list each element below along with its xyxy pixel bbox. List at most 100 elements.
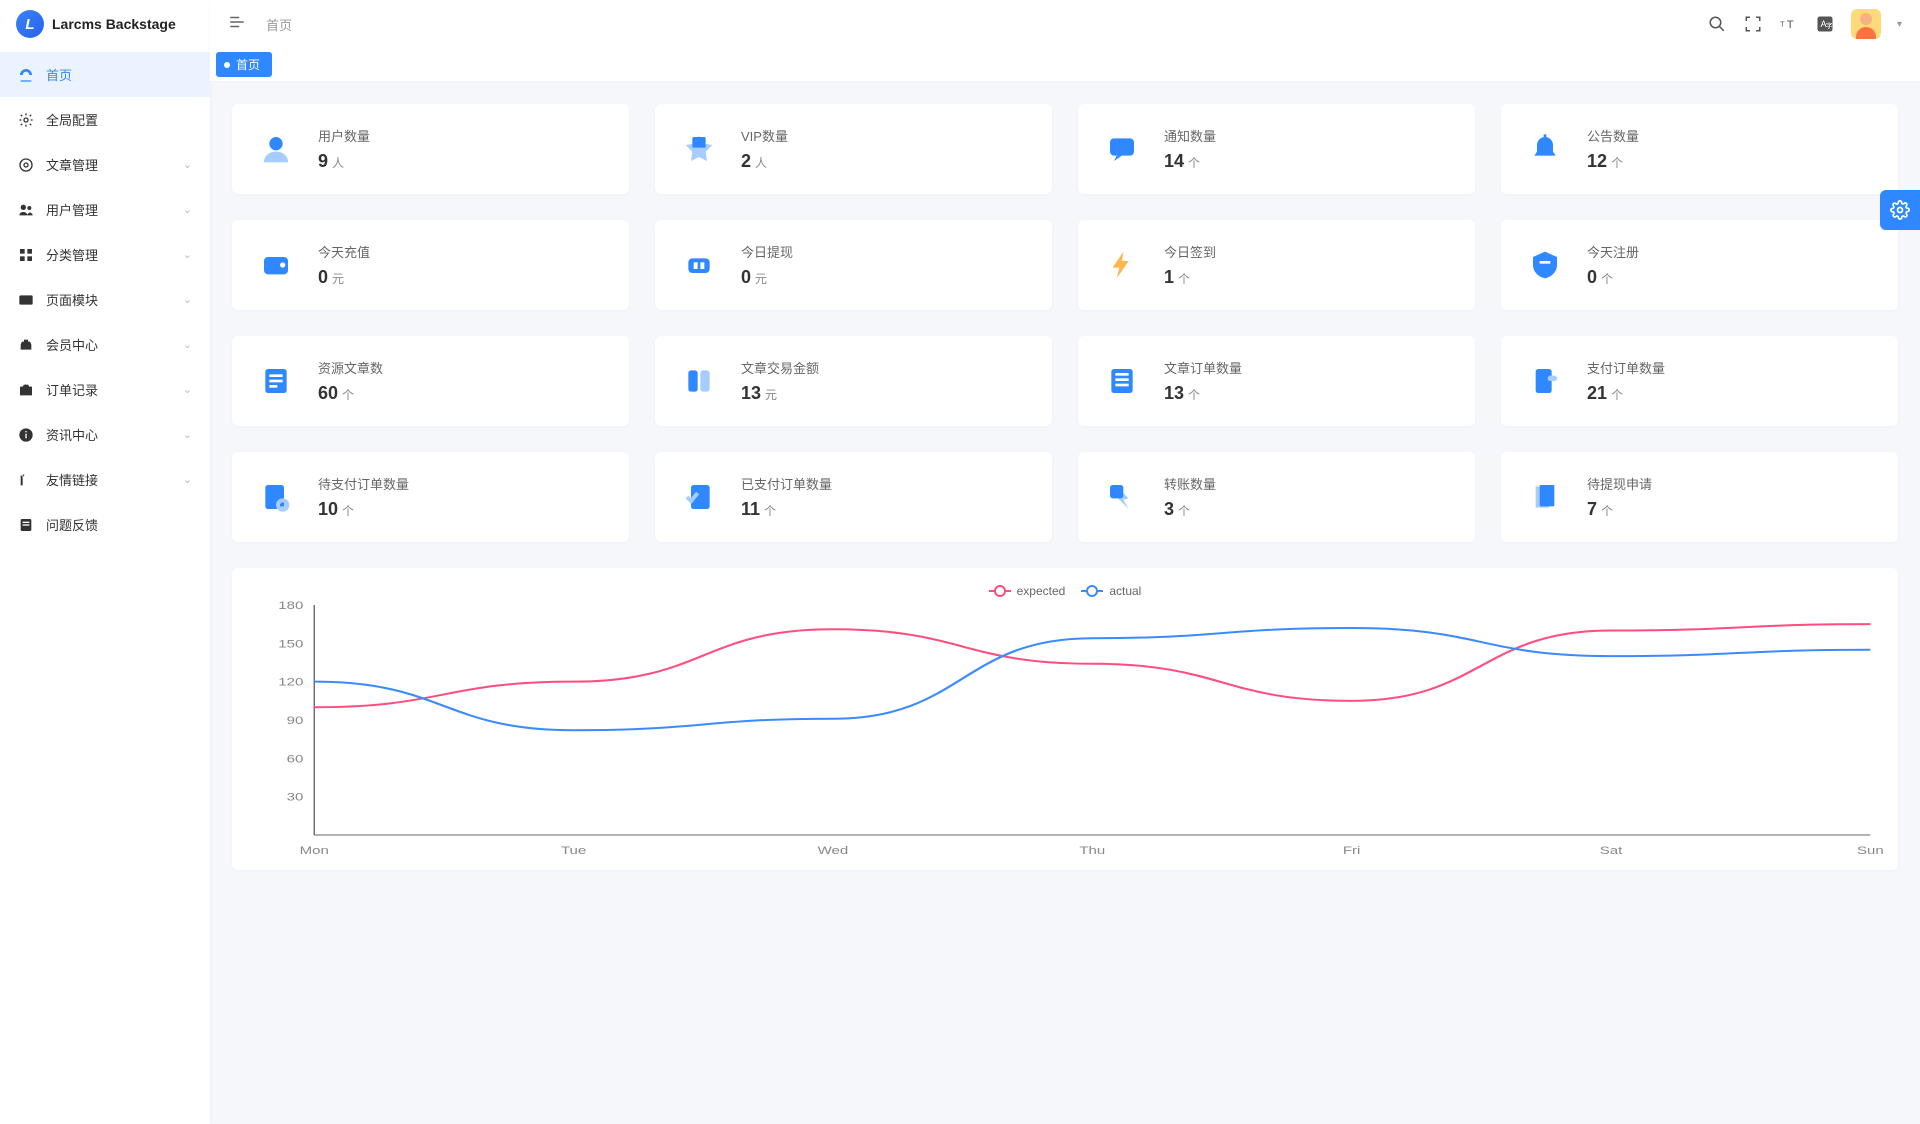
link-icon [18,472,34,488]
stat-card[interactable]: 用户数量 9人 [232,104,629,194]
svg-text:T: T [1780,19,1785,28]
series-actual[interactable] [314,628,1870,730]
settings-floating-button[interactable] [1880,190,1920,230]
chevron-down-icon: ⌄ [183,203,192,216]
legend-item-actual[interactable]: actual [1081,584,1141,598]
stat-card[interactable]: 今日提现 0元 [655,220,1052,310]
sidebar-item-label: 全局配置 [46,110,98,129]
stat-card-grid: 用户数量 9人 VIP数量 2人 通知数量 14个 公告数量 12个 今天充值 … [232,104,1898,542]
tab-active-dot-icon [224,62,230,68]
svg-text:Fri: Fri [1343,844,1361,857]
svg-text:120: 120 [278,676,303,689]
stat-card[interactable]: 公告数量 12个 [1501,104,1898,194]
transfer-icon [1104,479,1140,515]
stat-title: 资源文章数 [318,358,383,377]
menu-toggle-icon[interactable] [228,13,246,36]
sidebar-item-link[interactable]: 友情链接 ⌄ [0,457,210,502]
series-expected[interactable] [314,624,1870,707]
stat-card[interactable]: 今天注册 0个 [1501,220,1898,310]
sidebar: L Larcms Backstage 首页 全局配置 文章管理 ⌄ 用户管理 ⌄… [0,0,210,1124]
chart-panel: expectedactual 306090120150180MonTueWedT… [232,568,1898,870]
stat-title: 待提现申请 [1587,474,1652,493]
stat-card[interactable]: 今天充值 0元 [232,220,629,310]
stat-value: 14个 [1164,151,1216,172]
legend-label: expected [1017,584,1066,598]
stat-unit: 个 [342,504,354,518]
font-size-icon[interactable]: TT [1779,14,1799,34]
stat-value: 3个 [1164,499,1216,520]
columns-icon [681,363,717,399]
chevron-down-icon: ⌄ [183,293,192,306]
line-chart[interactable]: 306090120150180MonTueWedThuFriSatSun [246,600,1884,860]
stat-card[interactable]: 文章交易金额 13元 [655,336,1052,426]
avatar[interactable] [1851,9,1881,39]
stat-card[interactable]: 文章订单数量 13个 [1078,336,1475,426]
logo-area[interactable]: L Larcms Backstage [0,0,210,48]
wallet-icon [258,247,294,283]
sidebar-item-users[interactable]: 用户管理 ⌄ [0,187,210,232]
search-icon[interactable] [1707,14,1727,34]
stat-title: 通知数量 [1164,126,1216,145]
translate-icon[interactable]: A字 [1815,14,1835,34]
chevron-down-icon: ⌄ [183,383,192,396]
sidebar-item-label: 友情链接 [46,470,98,489]
sidebar-item-category[interactable]: 分类管理 ⌄ [0,232,210,277]
sidebar-item-label: 页面模块 [46,290,98,309]
sidebar-item-info[interactable]: 资讯中心 ⌄ [0,412,210,457]
stat-card[interactable]: 今日签到 1个 [1078,220,1475,310]
svg-text:Sat: Sat [1600,844,1623,857]
sidebar-item-article[interactable]: 文章管理 ⌄ [0,142,210,187]
svg-text:90: 90 [287,714,304,727]
stat-unit: 个 [1611,156,1623,170]
sidebar-item-feedback[interactable]: 问题反馈 [0,502,210,547]
stat-title: VIP数量 [741,126,788,145]
stat-card[interactable]: 转账数量 3个 [1078,452,1475,542]
stat-card[interactable]: 资源文章数 60个 [232,336,629,426]
stat-unit: 个 [1178,272,1190,286]
stat-value: 1个 [1164,267,1216,288]
stat-card[interactable]: 已支付订单数量 11个 [655,452,1052,542]
stat-card[interactable]: 支付订单数量 21个 [1501,336,1898,426]
chart-legend: expected actual [246,578,1884,600]
stat-unit: 个 [1188,388,1200,402]
gear-icon [1890,200,1910,220]
logo-icon: L [16,10,44,38]
sidebar-item-label: 分类管理 [46,245,98,264]
breadcrumb[interactable]: 首页 [266,15,292,34]
stat-title: 用户数量 [318,126,370,145]
pending-icon [258,479,294,515]
chevron-down-icon: ⌄ [183,473,192,486]
sidebar-item-page[interactable]: 页面模块 ⌄ [0,277,210,322]
stat-card[interactable]: 待支付订单数量 10个 [232,452,629,542]
doc-lines-icon [258,363,294,399]
stat-title: 今日签到 [1164,242,1216,261]
stat-value: 7个 [1587,499,1652,520]
receipt-icon [1527,363,1563,399]
stat-card[interactable]: 通知数量 14个 [1078,104,1475,194]
sidebar-item-member[interactable]: 会员中心 ⌄ [0,322,210,367]
user-menu-caret-icon[interactable]: ▾ [1897,19,1902,30]
fullscreen-icon[interactable] [1743,14,1763,34]
stat-title: 今日提现 [741,242,793,261]
stat-card[interactable]: 待提现申请 7个 [1501,452,1898,542]
sidebar-item-order[interactable]: 订单记录 ⌄ [0,367,210,412]
sidebar-item-dashboard[interactable]: 首页 [0,52,210,97]
legend-item-expected[interactable]: expected [989,584,1066,598]
legend-label: actual [1109,584,1141,598]
order-icon [18,382,34,398]
svg-text:60: 60 [287,752,304,765]
stat-card[interactable]: VIP数量 2人 [655,104,1052,194]
svg-text:Sun: Sun [1857,844,1884,857]
article-icon [18,157,34,173]
tab-home[interactable]: 首页 [216,52,272,77]
stat-unit: 人 [332,156,344,170]
sidebar-item-gear[interactable]: 全局配置 [0,97,210,142]
stat-unit: 个 [1601,272,1613,286]
gear-icon [18,112,34,128]
svg-text:Mon: Mon [300,844,329,857]
svg-text:Thu: Thu [1079,844,1105,857]
sidebar-item-label: 首页 [46,65,72,84]
stat-unit: 个 [1601,504,1613,518]
stat-value: 13个 [1164,383,1242,404]
stat-title: 已支付订单数量 [741,474,832,493]
